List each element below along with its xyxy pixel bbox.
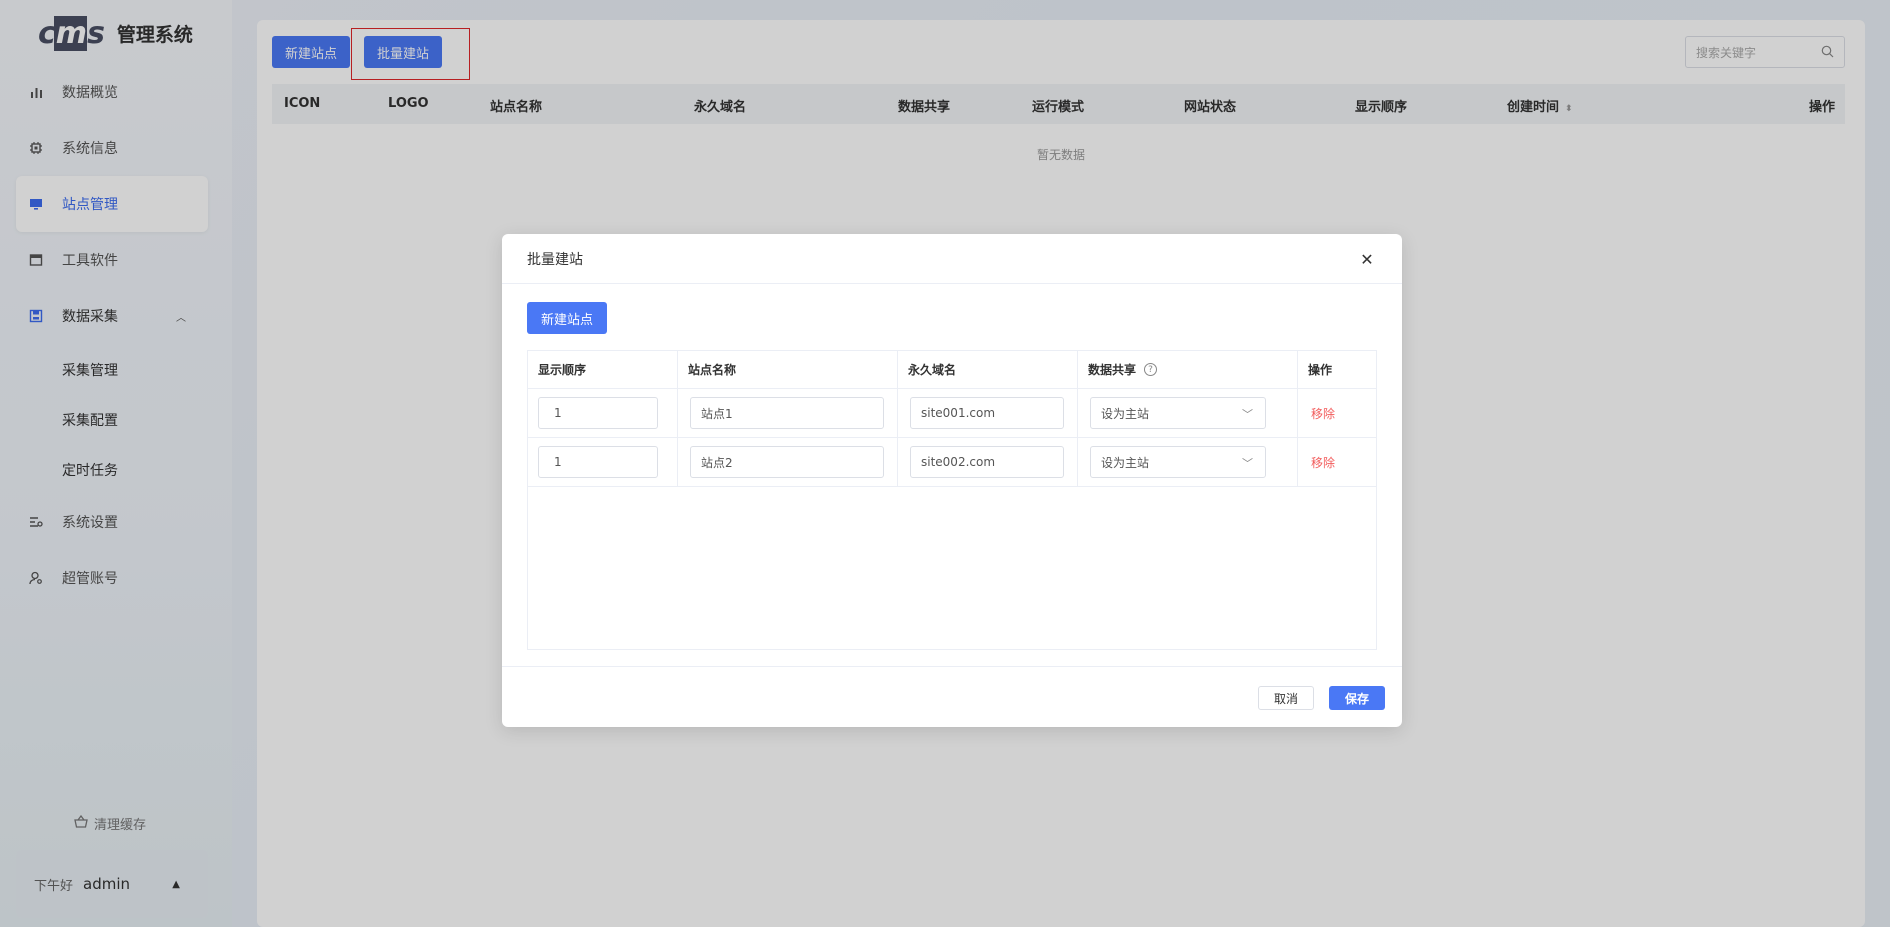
dialog-col-order: 显示顺序 [528,351,678,388]
data-share-value: 设为主站 [1101,455,1150,470]
table-row: 1 站点2 site002.com 设为主站 ﹀ 移除 [528,438,1376,487]
dialog-col-domain: 永久域名 [898,351,1078,388]
order-cell: 1 [528,438,678,486]
chevron-down-icon: ﹀ [1242,408,1253,421]
remove-row-link[interactable]: 移除 [1311,405,1335,422]
order-cell: 1 [528,389,678,437]
dialog-col-name: 站点名称 [678,351,898,388]
action-cell: 移除 [1298,389,1376,437]
site-name-input[interactable]: 站点1 [690,397,884,429]
add-site-row-button[interactable]: 新建站点 [527,302,607,334]
cancel-button[interactable]: 取消 [1258,686,1314,710]
remove-row-link[interactable]: 移除 [1311,454,1335,471]
order-input[interactable]: 1 [538,397,658,429]
dialog-col-share: 数据共享 ? [1078,351,1298,388]
share-cell: 设为主站 ﹀ [1078,438,1298,486]
table-row: 1 站点1 site001.com 设为主站 ﹀ 移除 [528,389,1376,438]
name-cell: 站点2 [678,438,898,486]
dialog-col-actions: 操作 [1308,363,1333,377]
batch-create-dialog: 批量建站 ✕ 新建站点 显示顺序 站点名称 永久域名 数据共享 ? 操作 1 站… [502,234,1402,727]
domain-input[interactable]: site001.com [910,397,1064,429]
domain-input[interactable]: site002.com [910,446,1064,478]
data-share-select[interactable]: 设为主站 ﹀ [1090,446,1266,478]
site-name-input[interactable]: 站点2 [690,446,884,478]
chevron-down-icon: ﹀ [1242,457,1253,470]
data-share-value: 设为主站 [1101,406,1150,421]
share-cell: 设为主站 ﹀ [1078,389,1298,437]
dialog-title: 批量建站 [527,251,583,268]
data-share-select[interactable]: 设为主站 ﹀ [1090,397,1266,429]
domain-cell: site002.com [898,438,1078,486]
batch-site-table: 显示顺序 站点名称 永久域名 数据共享 ? 操作 1 站点1 site001.c… [527,350,1377,650]
dialog-col-share-label: 数据共享 [1088,363,1137,377]
dialog-footer: 取消 保存 [502,666,1402,727]
dialog-header: 批量建站 [502,234,1402,284]
order-input[interactable]: 1 [538,446,658,478]
save-button[interactable]: 保存 [1329,686,1385,710]
name-cell: 站点1 [678,389,898,437]
action-cell: 移除 [1298,438,1376,486]
domain-cell: site001.com [898,389,1078,437]
close-icon[interactable]: ✕ [1356,248,1378,270]
dialog-table-header: 显示顺序 站点名称 永久域名 数据共享 ? 操作 [528,351,1376,389]
help-icon[interactable]: ? [1144,363,1158,376]
